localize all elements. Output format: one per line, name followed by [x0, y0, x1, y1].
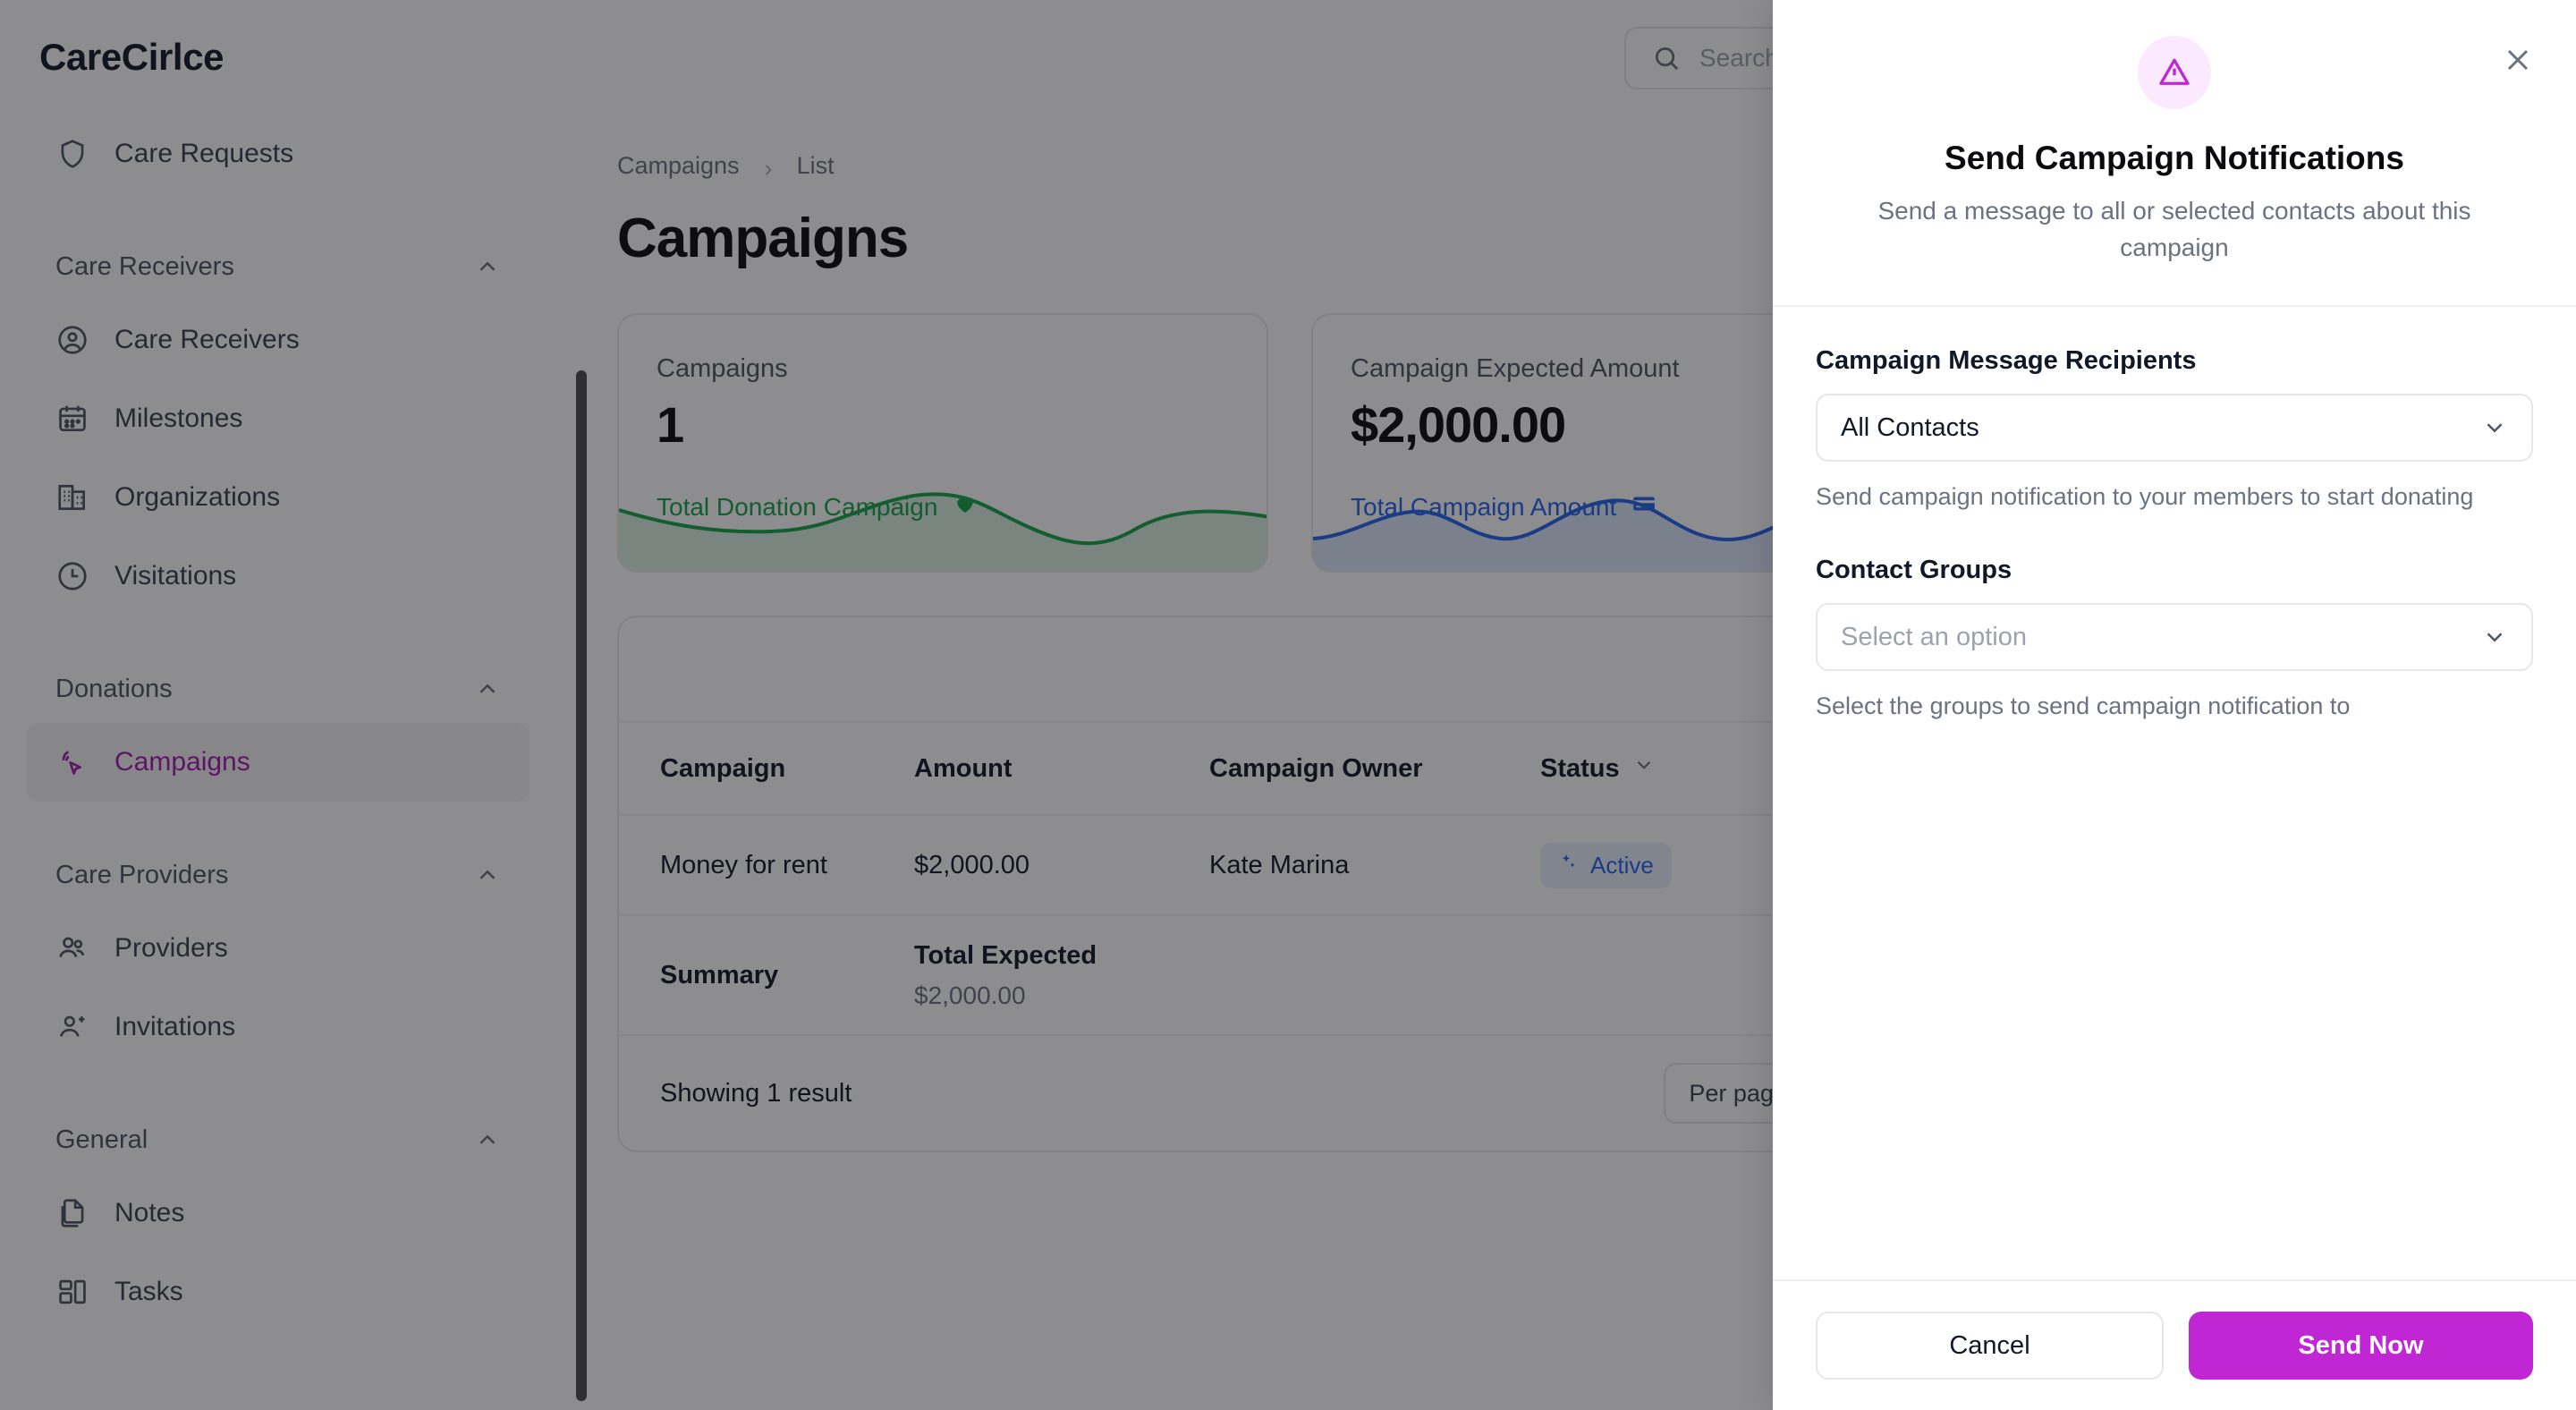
panel-footer: Cancel Send Now [1773, 1279, 2576, 1410]
field-label: Contact Groups [1816, 556, 2012, 585]
send-notifications-panel: Send Campaign Notifications Send a messa… [1773, 0, 2576, 1410]
recipients-select-value: All Contacts [1841, 412, 1979, 442]
chevron-down-icon [2481, 414, 2508, 441]
field-help-text: Select the groups to send campaign notif… [1816, 692, 2351, 720]
panel-header: Send Campaign Notifications Send a messa… [1773, 0, 2576, 308]
contact-groups-placeholder: Select an option [1841, 622, 2027, 651]
chevron-down-icon [2481, 624, 2508, 650]
panel-title: Send Campaign Notifications [1945, 140, 2404, 176]
close-icon[interactable] [2497, 39, 2538, 81]
contact-groups-select[interactable]: Select an option [1816, 603, 2533, 672]
field-contact-groups: Contact Groups Select an option Select t… [1816, 556, 2533, 724]
send-now-button[interactable]: Send Now [2189, 1312, 2533, 1380]
field-campaign-message-recipients: Campaign Message Recipients All Contacts… [1816, 346, 2533, 514]
panel-body: Campaign Message Recipients All Contacts… [1773, 307, 2576, 1279]
field-help-text: Send campaign notification to your membe… [1816, 483, 2474, 511]
cancel-button[interactable]: Cancel [1816, 1312, 2164, 1380]
modal-overlay[interactable] [0, 0, 1773, 1410]
field-label: Campaign Message Recipients [1816, 346, 2197, 376]
warning-triangle-icon [2138, 36, 2211, 109]
recipients-select[interactable]: All Contacts [1816, 394, 2533, 463]
panel-subtitle: Send a message to all or selected contac… [1877, 197, 2471, 261]
